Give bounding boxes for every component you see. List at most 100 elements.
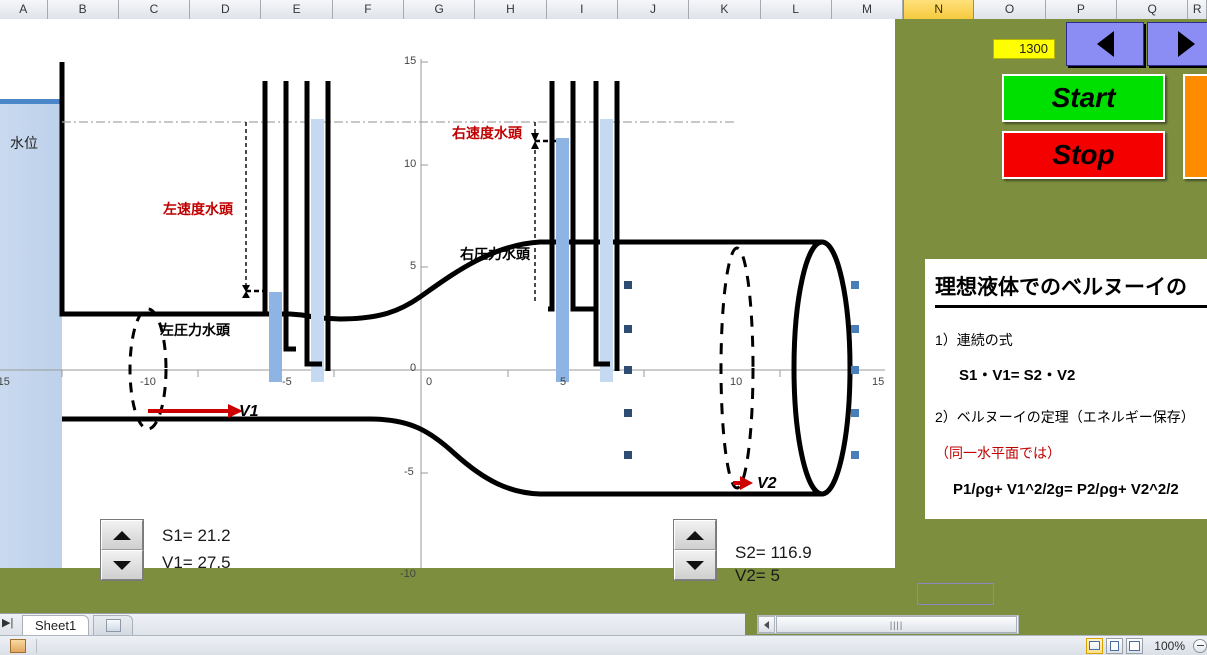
orange-action-button[interactable]: [1183, 74, 1207, 179]
column-header-row: ABCDEFGHIJKLMNOPQR: [0, 0, 1207, 19]
spinner-up-button[interactable]: [674, 520, 716, 550]
triangle-up-icon: [113, 530, 131, 540]
left-pressure-head-label: 左圧力水頭: [160, 322, 230, 338]
info-equation-2: P1/ρg+ V1^2/2g= P2/ρg+ V2^2/2: [953, 481, 1179, 498]
s1-label: S1=: [162, 526, 193, 545]
y-tick-m10: -10: [400, 568, 416, 580]
selection-handle[interactable]: [624, 409, 632, 417]
s1-v1-spinner[interactable]: [100, 519, 144, 581]
zoom-out-button[interactable]: [1193, 638, 1207, 653]
s2-v2-spinner[interactable]: [673, 519, 717, 581]
selection-handle[interactable]: [624, 366, 632, 374]
info-title-underline: [935, 305, 1207, 308]
page-icon: [1110, 640, 1120, 651]
selection-handle[interactable]: [851, 281, 859, 289]
info-line-3: （同一水平面では）: [935, 443, 1207, 463]
x-tick-m5: -5: [282, 376, 292, 388]
s2-value: 116.9: [770, 543, 812, 562]
sheet-tab-sheet1[interactable]: Sheet1: [22, 615, 90, 635]
v2-readout: V2= 5: [735, 566, 780, 586]
column-header-b[interactable]: B: [47, 0, 119, 19]
selection-handle[interactable]: [624, 281, 632, 289]
selection-handle[interactable]: [851, 366, 859, 374]
triangle-down-icon: [113, 560, 131, 570]
v2-value-label: V2=: [735, 566, 766, 585]
triangle-down-icon: [686, 560, 704, 570]
y-tick-15: 15: [404, 55, 417, 67]
page-layout-view-button[interactable]: [1106, 637, 1124, 654]
selection-handle[interactable]: [851, 451, 859, 459]
bernoulli-diagram[interactable]: 水位 15 10 5 0 -5 -10 15 -10 -5 0 5 10 15 …: [0, 19, 895, 585]
selection-handle[interactable]: [624, 325, 632, 333]
v1-label: V1: [239, 403, 259, 420]
column-header-e[interactable]: E: [261, 0, 333, 19]
x-tick-0: 0: [426, 376, 433, 388]
column-header-r[interactable]: R: [1188, 0, 1207, 19]
v2-value: 5: [770, 566, 780, 585]
x-tick-m15: -15: [0, 376, 10, 388]
stop-button[interactable]: Stop: [1002, 131, 1165, 179]
column-header-k[interactable]: K: [689, 0, 761, 19]
column-header-o[interactable]: O: [974, 0, 1046, 19]
spinner-up-button[interactable]: [101, 520, 143, 550]
record-macro-icon[interactable]: [10, 638, 26, 653]
column-header-p[interactable]: P: [1045, 0, 1117, 19]
info-title: 理想液体でのベルヌーイの: [935, 276, 1187, 299]
normal-view-button[interactable]: [1086, 637, 1104, 654]
column-header-a[interactable]: A: [0, 0, 48, 19]
bernoulli-info-panel: 理想液体でのベルヌーイの 1）連続の式 S1・V1= S2・V2 2）ベルヌーイ…: [925, 259, 1207, 519]
column-header-j[interactable]: J: [617, 0, 690, 19]
page-break-view-button[interactable]: [1126, 637, 1144, 654]
page-break-icon: [1129, 640, 1141, 651]
v1-value: 27.5: [197, 553, 231, 572]
spinner-down-button[interactable]: [101, 550, 143, 580]
new-sheet-tab[interactable]: [93, 615, 133, 635]
s1-value: 21.2: [197, 526, 231, 545]
left-velocity-head-label: 左速度水頭: [163, 201, 233, 217]
triangle-left-icon: [764, 620, 769, 629]
selection-handle[interactable]: [851, 325, 859, 333]
worksheet-canvas[interactable]: 水位 15 10 5 0 -5 -10 15 -10 -5 0 5 10 15 …: [0, 19, 895, 585]
column-header-g[interactable]: G: [404, 0, 476, 19]
column-header-c[interactable]: C: [118, 0, 191, 19]
y-tick-0: 0: [410, 362, 417, 374]
y-tick-5: 5: [410, 260, 417, 272]
column-header-h[interactable]: H: [475, 0, 547, 19]
info-equation-1: S1・V1= S2・V2: [959, 367, 1076, 384]
triangle-up-icon: [686, 530, 704, 540]
column-header-m[interactable]: M: [831, 0, 904, 19]
v2-label: V2: [757, 475, 777, 492]
info-line-1: 1）連続の式: [935, 332, 1013, 348]
excel-window: ABCDEFGHIJKLMNOPQR 水位 15 10 5 0 -5 -10 1…: [0, 0, 1207, 655]
s2-label: S2=: [735, 543, 766, 562]
scroll-left-button[interactable]: [758, 616, 775, 633]
column-header-l[interactable]: L: [760, 0, 832, 19]
grid-icon: [1089, 641, 1101, 650]
column-header-f[interactable]: F: [332, 0, 405, 19]
x-tick-15: 15: [872, 376, 885, 388]
column-header-d[interactable]: D: [190, 0, 262, 19]
selected-cell-outline[interactable]: [917, 583, 994, 605]
sheet-nav-last-button[interactable]: ▶|: [2, 616, 13, 629]
new-sheet-icon: [105, 619, 121, 632]
info-line-3-close: では）: [1019, 445, 1061, 461]
start-button[interactable]: Start: [1002, 74, 1165, 122]
info-line-3-open: （: [935, 445, 949, 461]
scrollbar-thumb[interactable]: ||||: [776, 616, 1017, 633]
chevron-right-icon: [1177, 31, 1195, 57]
right-pressure-head-label: 右圧力水頭: [460, 246, 530, 262]
v1-readout: V1= 27.5: [162, 553, 231, 573]
column-header-q[interactable]: Q: [1116, 0, 1189, 19]
column-header-i[interactable]: I: [546, 0, 618, 19]
chevron-left-icon: [1096, 31, 1114, 57]
spinner-down-button[interactable]: [674, 550, 716, 580]
x-tick-5: 5: [560, 376, 567, 388]
column-header-n[interactable]: N: [903, 0, 975, 19]
prev-button[interactable]: [1066, 22, 1144, 66]
zoom-level[interactable]: 100%: [1154, 639, 1185, 653]
horizontal-scrollbar[interactable]: ||||: [757, 615, 1019, 634]
info-line-5: 左圧力水頭+左速度水頭= 右圧力水頭+右速: [943, 516, 1207, 519]
selection-handle[interactable]: [624, 451, 632, 459]
selection-handle[interactable]: [851, 409, 859, 417]
next-button[interactable]: [1147, 22, 1207, 66]
